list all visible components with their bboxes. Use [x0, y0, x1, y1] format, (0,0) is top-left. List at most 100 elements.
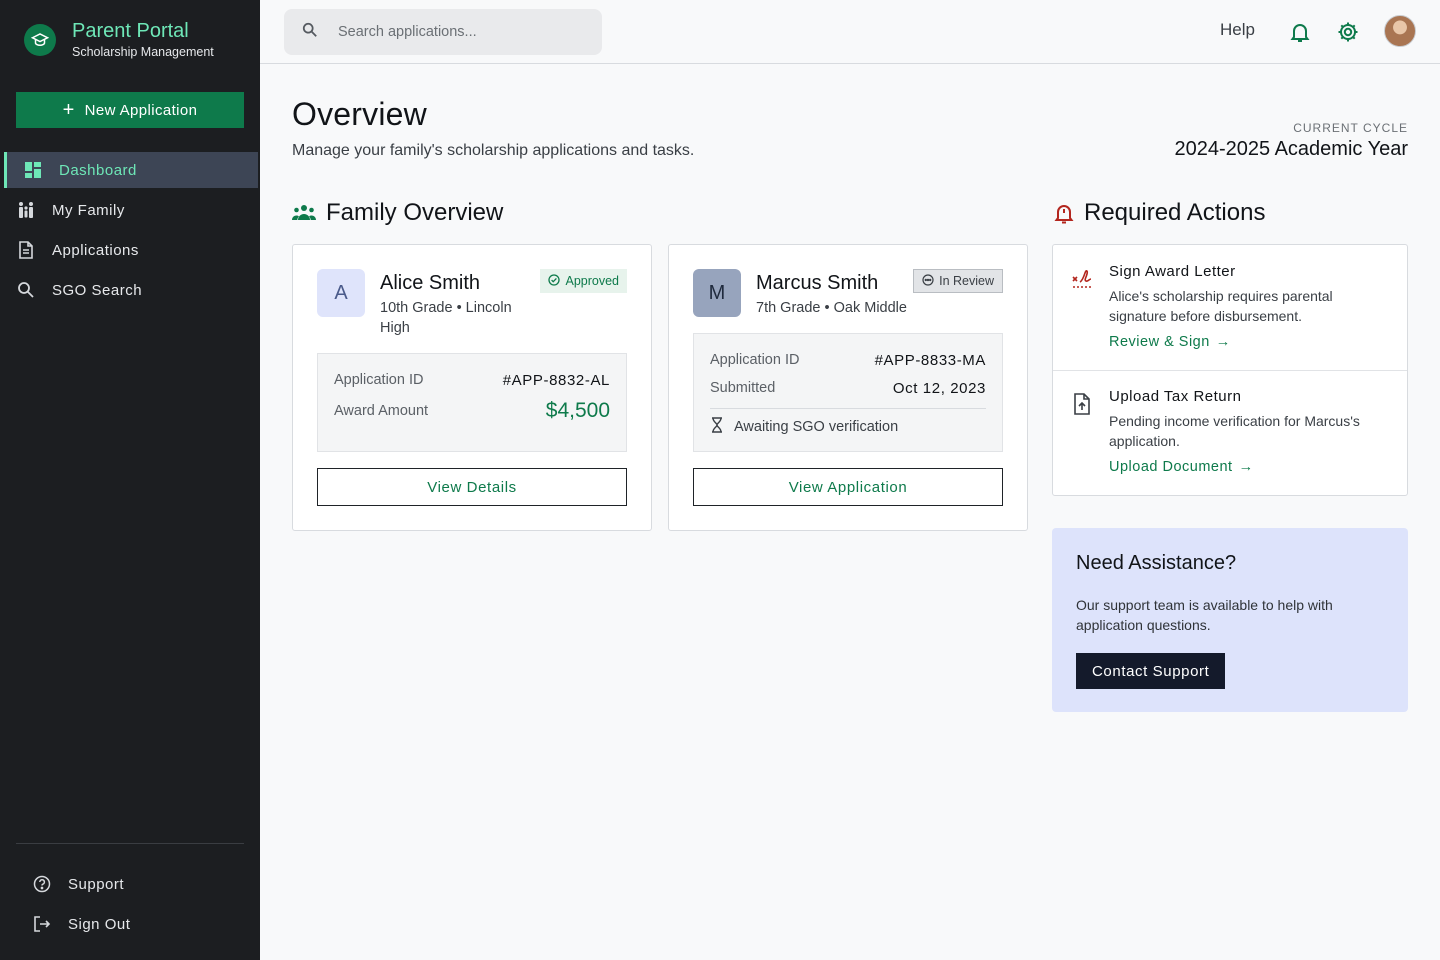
page-title: Overview [292, 96, 427, 132]
sidebar-item-my-family[interactable]: My Family [4, 192, 258, 228]
sidebar-item-label: Dashboard [59, 161, 137, 179]
application-id: #APP-8833-MA [874, 351, 986, 369]
document-icon [16, 240, 36, 260]
check-circle-icon [548, 273, 561, 289]
application-info: Application ID #APP-8832-AL Award Amount… [317, 353, 627, 452]
sidebar-nav: Dashboard My Family Applications SGO Sea… [4, 152, 258, 312]
family-icon [16, 200, 36, 220]
sidebar-item-sgo-search[interactable]: SGO Search [4, 272, 258, 308]
info-row-application-id: Application ID #APP-8833-MA [694, 350, 1002, 370]
sidebar-item-label: SGO Search [52, 281, 143, 299]
sidebar-item-label: Support [68, 875, 125, 893]
student-name: Alice Smith [380, 272, 481, 294]
student-avatar: A [317, 269, 365, 317]
student-avatar: M [693, 269, 741, 317]
assistance-title: Need Assistance? [1076, 552, 1237, 574]
brand-subtitle: Scholarship Management [72, 45, 214, 59]
action-title: Upload Tax Return [1109, 388, 1242, 405]
student-card-marcus: M Marcus Smith 7th Grade • Oak Middle In… [668, 244, 1028, 531]
pending-circle-icon [922, 273, 934, 289]
contact-support-button[interactable]: Contact Support [1076, 653, 1226, 689]
action-item-upload-tax: Upload Tax Return Pending income verific… [1053, 388, 1407, 476]
family-overview-heading: Family Overview [292, 199, 503, 227]
action-description: Alice's scholarship requires parental si… [1109, 288, 1333, 324]
search-icon [16, 280, 36, 300]
application-info: Application ID #APP-8833-MA Submitted Oc… [693, 333, 1003, 452]
status-text: Approved [565, 274, 619, 288]
section-title: Required Actions [1084, 199, 1266, 226]
help-link[interactable]: Help [1220, 20, 1255, 40]
review-sign-link[interactable]: Review & Sign → [1109, 334, 1231, 350]
view-application-button[interactable]: View Application [693, 468, 1003, 506]
info-label: Application ID [334, 372, 424, 388]
user-avatar[interactable] [1384, 15, 1416, 47]
verification-note: Awaiting SGO verification [710, 408, 986, 445]
gear-icon[interactable] [1336, 20, 1360, 49]
action-description: Pending income verification for Marcus's… [1109, 413, 1360, 449]
student-grade-school: 10th Grade • Lincoln High [380, 300, 512, 336]
sidebar-item-support[interactable]: Support [16, 866, 244, 902]
sidebar-item-sign-out[interactable]: Sign Out [16, 906, 244, 942]
family-group-icon [292, 204, 316, 222]
sidebar-item-label: My Family [52, 201, 125, 219]
info-row-application-id: Application ID #APP-8832-AL [318, 370, 626, 390]
new-application-label: New Application [84, 101, 198, 119]
required-actions-list: Sign Award Letter Alice's scholarship re… [1052, 244, 1408, 496]
search-input[interactable] [338, 24, 588, 40]
bell-icon[interactable] [1288, 20, 1312, 49]
application-id: #APP-8832-AL [502, 371, 610, 389]
assistance-panel: Need Assistance? Our support team is ava… [1052, 528, 1408, 712]
new-application-button[interactable]: + New Application [16, 92, 244, 128]
required-actions-heading: Required Actions [1054, 199, 1265, 227]
search-icon [302, 22, 318, 43]
search-box[interactable] [284, 9, 602, 55]
student-grade-school: 7th Grade • Oak Middle [756, 300, 907, 316]
action-title: Sign Award Letter [1109, 263, 1236, 280]
student-name: Marcus Smith [756, 272, 879, 294]
sidebar-item-applications[interactable]: Applications [4, 232, 258, 268]
info-row-award-amount: Award Amount $4,500 [318, 399, 626, 423]
page-subtitle: Manage your family's scholarship applica… [292, 142, 695, 159]
help-circle-icon [32, 874, 52, 894]
arrow-right-icon: → [1238, 459, 1254, 475]
status-badge: Approved [540, 269, 627, 293]
info-label: Submitted [710, 380, 776, 396]
hourglass-icon [710, 417, 724, 437]
action-item-sign-award: Sign Award Letter Alice's scholarship re… [1053, 263, 1407, 351]
info-label: Award Amount [334, 403, 429, 419]
upload-document-link[interactable]: Upload Document → [1109, 459, 1254, 475]
view-details-button[interactable]: View Details [317, 468, 627, 506]
sidebar-footer: Support Sign Out [16, 866, 244, 946]
top-bar: Help [260, 0, 1440, 64]
graduation-cap-icon [24, 24, 56, 56]
sidebar-item-dashboard[interactable]: Dashboard [4, 152, 258, 188]
sidebar: Parent Portal Scholarship Management + N… [0, 0, 260, 960]
sidebar-divider [16, 843, 244, 844]
section-title: Family Overview [326, 199, 504, 226]
sign-out-icon [32, 914, 52, 934]
sidebar-item-label: Applications [52, 241, 139, 259]
info-row-submitted: Submitted Oct 12, 2023 [694, 378, 1002, 398]
signature-icon [1071, 267, 1095, 296]
award-amount: $4,500 [545, 399, 610, 422]
file-upload-icon [1071, 392, 1093, 421]
plus-icon: + [62, 99, 75, 121]
current-cycle-value: 2024-2025 Academic Year [1174, 138, 1408, 160]
dashboard-icon [23, 160, 43, 180]
arrow-right-icon: → [1215, 334, 1231, 350]
status-text: In Review [939, 274, 994, 288]
current-cycle-label: CURRENT CYCLE [1293, 121, 1408, 135]
status-badge: In Review [913, 269, 1003, 293]
brand-title: Parent Portal [72, 20, 189, 42]
action-link-label: Review & Sign [1109, 334, 1210, 350]
verification-note-text: Awaiting SGO verification [734, 419, 899, 435]
submitted-date: Oct 12, 2023 [892, 379, 986, 397]
alert-bell-icon [1054, 202, 1074, 224]
divider [1053, 370, 1407, 371]
action-link-label: Upload Document [1109, 459, 1233, 475]
assistance-text: Our support team is available to help wi… [1076, 597, 1333, 633]
student-card-alice: A Alice Smith 10th Grade • Lincoln High … [292, 244, 652, 531]
info-label: Application ID [710, 352, 800, 368]
brand[interactable]: Parent Portal Scholarship Management [24, 20, 214, 60]
sidebar-item-label: Sign Out [68, 915, 131, 933]
